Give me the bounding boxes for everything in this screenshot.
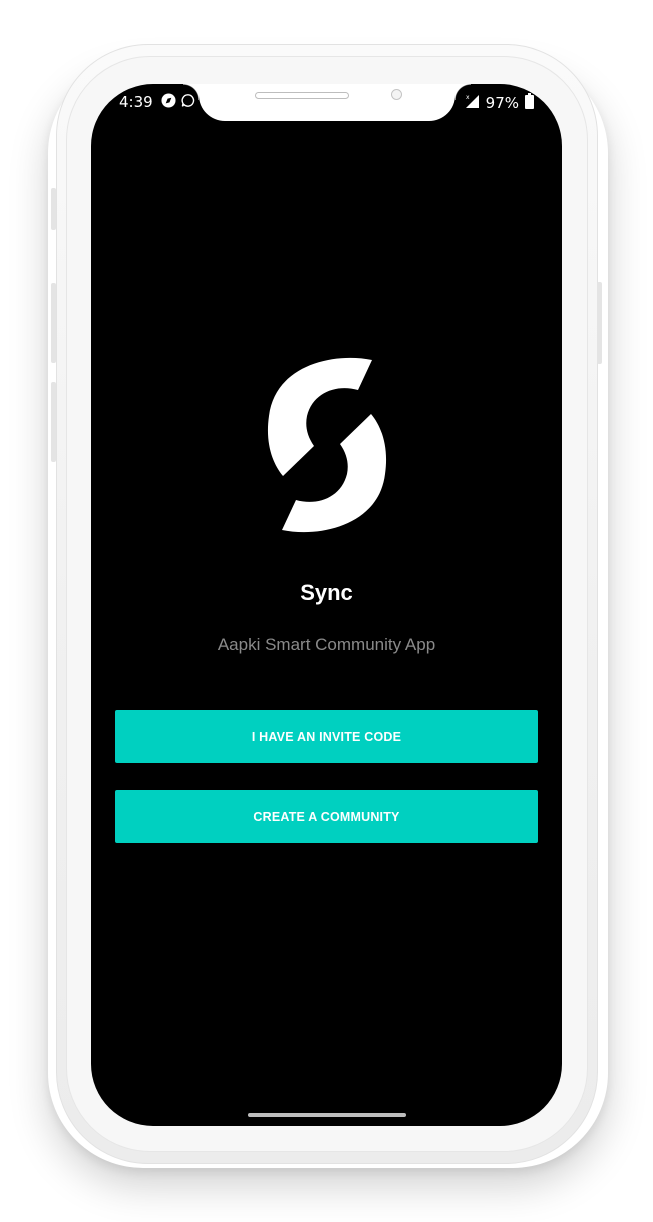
volume-down-button (51, 382, 56, 462)
app-name: Sync (300, 580, 353, 605)
status-icons-right: x 97% (464, 93, 534, 113)
app-screen: 4:39 x 97% Sync Aapki Smart Community Ap… (91, 84, 562, 1126)
create-community-button[interactable]: CREATE A COMMUNITY (115, 790, 538, 843)
battery-icon (525, 93, 534, 113)
home-indicator[interactable] (248, 1113, 406, 1117)
navigation-icon (161, 93, 176, 113)
signal-icon: x (464, 93, 480, 113)
notch (183, 84, 471, 121)
battery-level: 97% (485, 94, 519, 112)
sync-logo-icon (265, 356, 389, 534)
app-tagline: Aapki Smart Community App (217, 635, 436, 654)
mute-switch (51, 188, 56, 230)
invite-code-button[interactable]: I HAVE AN INVITE CODE (115, 710, 538, 763)
svg-text:x: x (466, 94, 470, 101)
volume-up-button (51, 283, 56, 363)
speaker-grille (255, 92, 349, 99)
power-button (597, 282, 602, 364)
status-time: 4:39 (119, 93, 153, 111)
front-camera (391, 89, 402, 100)
